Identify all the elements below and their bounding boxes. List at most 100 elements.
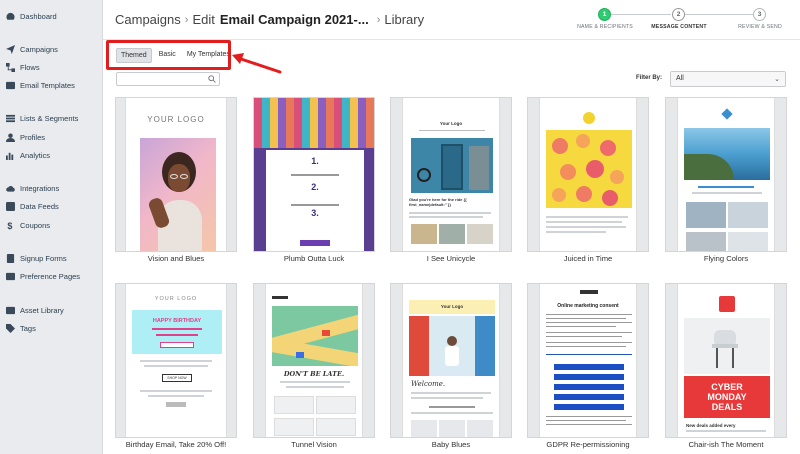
template-headline: HAPPY BIRTHDAY (152, 318, 202, 324)
template-name[interactable]: I See Unicycle (381, 254, 521, 263)
progress-steps: 1 2 3 NAME & RECIPIENTS MESSAGE CONTENT … (573, 7, 782, 33)
filter-select[interactable]: All ⌄ (670, 71, 786, 87)
list-icon (6, 114, 15, 123)
template-name[interactable]: Juiced in Time (518, 254, 658, 263)
template-logo: Your Logo (439, 121, 463, 126)
sidebar-item-label: Email Templates (20, 80, 75, 90)
step-connector (685, 14, 759, 15)
step-2-circle[interactable]: 2 (672, 8, 685, 21)
dashboard-icon (6, 12, 15, 21)
sidebar-item-label: Tags (20, 323, 36, 333)
template-hero-image (140, 138, 216, 251)
template-card-plumb-outta-luck[interactable]: 1. 2. 3. (253, 97, 375, 252)
template-name[interactable]: Tunnel Vision (244, 440, 384, 449)
sidebar-item-email-templates[interactable]: Email Templates (6, 78, 75, 92)
template-hero-image: HAPPY BIRTHDAY (132, 310, 222, 354)
search-input[interactable] (116, 72, 220, 86)
template-card-baby-blues[interactable]: Your Logo Welcome. (390, 283, 512, 438)
sidebar-item-label: Campaigns (20, 44, 58, 54)
template-name[interactable]: Plumb Outta Luck (244, 254, 384, 263)
svg-text:$: $ (7, 221, 12, 230)
template-button: SHOP NOW (162, 374, 192, 382)
template-headline: DON'T BE LATE. (283, 370, 345, 378)
sidebar-item-data-feeds[interactable]: Data Feeds (6, 199, 59, 213)
template-name[interactable]: Chair-ish The Moment (656, 440, 796, 449)
template-name[interactable]: Vision and Blues (106, 254, 246, 263)
template-thumbnail: YOUR LOGO (125, 98, 227, 251)
sidebar-item-label: Signup Forms (20, 253, 67, 263)
template-header-band: Your Logo (409, 300, 495, 314)
breadcrumb: Campaigns › Edit Email Campaign 2021-...… (115, 12, 424, 27)
step-1-label: NAME & RECIPIENTS (577, 24, 633, 30)
template-name[interactable]: Flying Colors (656, 254, 796, 263)
template-card-vision-and-blues[interactable]: YOUR LOGO (115, 97, 237, 252)
template-hero-image (409, 316, 495, 376)
sidebar-item-lists-segments[interactable]: Lists & Segments (6, 111, 78, 125)
template-card-i-see-unicycle[interactable]: Your Logo Glad you're here for the ride … (390, 97, 512, 252)
sidebar-item-tags[interactable]: Tags (6, 321, 36, 335)
breadcrumb-campaign-name[interactable]: Email Campaign 2021-... (220, 12, 369, 27)
breadcrumb-library: Library (384, 12, 425, 27)
template-icon (6, 81, 15, 90)
sidebar-item-label: Lists & Segments (20, 113, 79, 123)
annotation-highlight-box (106, 40, 231, 70)
sidebar-item-integrations[interactable]: Integrations (6, 181, 59, 195)
filter-label: Filter By: (636, 75, 663, 81)
sidebar-item-label: Flows (20, 62, 40, 72)
step-connector (611, 14, 671, 15)
cloud-icon (6, 184, 15, 193)
chevron-right-icon: › (376, 13, 381, 26)
step-3-label: REVIEW & SEND (738, 24, 782, 30)
template-logo: Your Logo (440, 304, 464, 309)
template-promo-band: CYBER MONDAY DEALS (684, 376, 770, 418)
sidebar-item-campaigns[interactable]: Campaigns (6, 42, 58, 56)
template-card-juiced-in-time[interactable] (527, 97, 649, 252)
annotation-arrow-icon (232, 53, 282, 74)
template-name[interactable]: Birthday Email, Take 20% Off! (106, 440, 246, 449)
breadcrumb-campaigns[interactable]: Campaigns (115, 12, 181, 27)
step-1-circle[interactable]: 1 (598, 8, 611, 21)
step-3-circle[interactable]: 3 (753, 8, 766, 21)
sidebar-item-label: Dashboard (20, 11, 57, 21)
feed-icon (6, 201, 15, 211)
template-name[interactable]: Baby Blues (381, 440, 521, 449)
sidebar-item-dashboard[interactable]: Dashboard (6, 9, 57, 23)
template-thumbnail (677, 98, 775, 251)
template-logo: YOUR LOGO (154, 296, 198, 302)
sidebar-item-preference-pages[interactable]: Preference Pages (6, 269, 80, 283)
sidebar-item-coupons[interactable]: $ Coupons (6, 218, 50, 232)
template-headline: Online marketing consent (557, 303, 619, 309)
sidebar-item-label: Integrations (20, 183, 60, 193)
template-card-flying-colors[interactable] (665, 97, 787, 252)
template-headline: Welcome. (411, 380, 446, 388)
search-icon[interactable] (208, 75, 216, 83)
sidebar-item-flows[interactable]: Flows (6, 60, 40, 74)
template-body: 1. 2. 3. (266, 150, 364, 251)
form-icon (6, 253, 15, 263)
sidebar-item-analytics[interactable]: Analytics (6, 148, 50, 162)
template-card-chair-ish-the-moment[interactable]: CYBER MONDAY DEALS New deals added every (665, 283, 787, 438)
sidebar-item-label: Preference Pages (20, 271, 81, 281)
sidebar-item-asset-library[interactable]: Asset Library (6, 303, 64, 317)
sidebar-item-label: Analytics (20, 150, 51, 160)
template-thumbnail: 1. 2. 3. (254, 98, 374, 251)
chart-icon (6, 151, 15, 160)
sidebar-item-label: Data Feeds (20, 201, 59, 211)
template-logo (583, 112, 595, 124)
template-card-tunnel-vision[interactable]: DON'T BE LATE. (253, 283, 375, 438)
template-card-birthday-email[interactable]: YOUR LOGO HAPPY BIRTHDAY SHOP NOW (115, 283, 237, 438)
template-name[interactable]: GDPR Re-permissioning (518, 440, 658, 449)
sidebar-item-profiles[interactable]: Profiles (6, 130, 45, 144)
template-headline: Glad you're here for the ride {{ first_n… (409, 197, 467, 207)
template-logo: YOUR LOGO (147, 115, 205, 124)
flow-icon (6, 62, 15, 72)
sidebar-item-signup-forms[interactable]: Signup Forms (6, 251, 67, 265)
breadcrumb-edit[interactable]: Edit (192, 12, 214, 27)
template-logo (580, 290, 598, 294)
template-logo (272, 296, 288, 299)
template-thumbnail (539, 98, 637, 251)
step-2-label: MESSAGE CONTENT (651, 24, 707, 30)
sidebar-item-label: Coupons (20, 220, 51, 230)
template-card-gdpr-re-permissioning[interactable]: Online marketing consent (527, 283, 649, 438)
template-thumbnail: Your Logo Glad you're here for the ride … (402, 98, 500, 251)
